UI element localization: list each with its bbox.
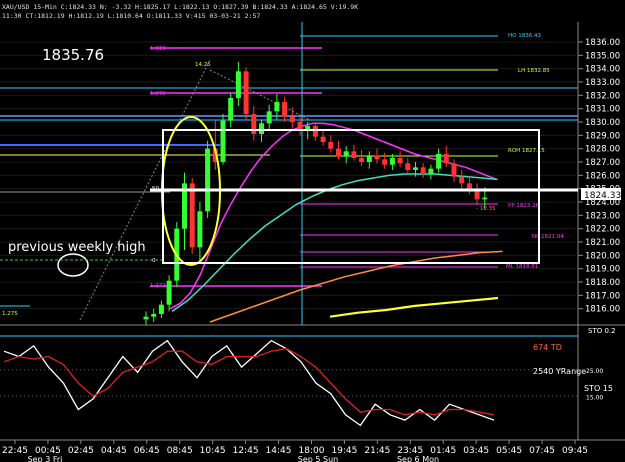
y-tick-label: 1821.00 — [585, 238, 620, 248]
level-label: - 10.35 — [476, 206, 496, 212]
sto-top-label: STO 0.2 — [588, 327, 616, 335]
y-tick-label: 1832.00 — [585, 91, 620, 101]
y-tick-label: 1826.00 — [585, 171, 620, 181]
candle-body[interactable] — [466, 183, 472, 189]
level-label: PP 1823.26 — [508, 203, 540, 209]
candle-body[interactable] — [282, 102, 288, 117]
x-tick-label: 12:45 — [233, 446, 259, 456]
session-label: Sep 6 Mon — [397, 455, 439, 462]
y-tick-label: 1823.00 — [585, 211, 620, 221]
candle-body[interactable] — [482, 197, 488, 200]
candle-body[interactable] — [336, 148, 341, 157]
candle-body[interactable] — [289, 116, 295, 122]
candle-body[interactable] — [343, 151, 349, 157]
yrange-label: 2540 YRange — [533, 367, 586, 376]
x-tick-label: 08:45 — [167, 446, 193, 456]
candle-body[interactable] — [220, 120, 226, 162]
x-tick-label: 10:45 — [200, 446, 226, 456]
level-label: 1.618 — [150, 46, 166, 52]
candle-body[interactable] — [436, 154, 442, 169]
weekly-high-label: previous weekly high — [8, 240, 146, 255]
level-label: 0 — [152, 258, 156, 264]
x-tick-label: 05:45 — [496, 446, 522, 456]
candle-body[interactable] — [413, 167, 418, 170]
candle-body[interactable] — [312, 126, 318, 137]
candle-body[interactable] — [374, 155, 380, 160]
td-label: 674 TD — [533, 343, 562, 352]
candle-body[interactable] — [420, 167, 426, 174]
x-tick-label: 21:45 — [364, 446, 390, 456]
candle-body[interactable] — [274, 102, 280, 112]
candle-body[interactable] — [143, 316, 149, 320]
current-price-value: 1824.33 — [584, 191, 621, 201]
candle-body[interactable] — [235, 71, 241, 98]
x-tick-label: 09:45 — [562, 446, 588, 456]
candle-body[interactable] — [459, 176, 465, 184]
candle-body[interactable] — [443, 154, 449, 164]
level-label: 14.25 — [195, 62, 211, 68]
candle-body[interactable] — [189, 183, 195, 248]
candle-body[interactable] — [405, 163, 411, 170]
level-label: 1.275 — [2, 311, 18, 317]
candle-body[interactable] — [266, 111, 272, 124]
session-label: Sep 5 Sun — [298, 455, 338, 462]
header-line-2: 11:30 CT:1812.19 H:1812.19 L:1810.64 O:1… — [2, 12, 260, 20]
y-tick-label: 1816.00 — [585, 305, 620, 315]
candle-body[interactable] — [197, 211, 203, 248]
candle-body[interactable] — [205, 148, 211, 212]
y-tick-label: 1830.00 — [585, 118, 620, 128]
candle-body[interactable] — [451, 163, 457, 177]
candle-body[interactable] — [382, 159, 388, 165]
y-tick-label: 1827.00 — [585, 158, 620, 168]
price-axis-ticks: 1836.00 1835.00 1834.00 1833.00 1832.00 1831.… — [578, 38, 620, 315]
candle-body[interactable] — [359, 158, 365, 162]
x-tick-label: 03:45 — [463, 446, 489, 456]
x-tick-label: 22:45 — [2, 446, 28, 456]
y-tick-label: 1819.00 — [585, 265, 620, 275]
level-label: ML 1818.81 — [506, 264, 538, 270]
candle-body[interactable] — [328, 142, 334, 149]
osc-tick-label: 15.00 — [586, 394, 603, 401]
y-tick-label: 1831.00 — [585, 105, 620, 115]
price-chart[interactable]: XAU/USD 15-Min C:1824.33 N: -3.32 H:1825… — [0, 0, 625, 462]
candle-body[interactable] — [397, 158, 403, 164]
y-tick-label: 1820.00 — [585, 251, 620, 261]
level-label: 1.272 — [150, 283, 166, 289]
x-tick-label: 04:45 — [101, 446, 127, 456]
x-tick-label: 06:45 — [134, 446, 160, 456]
y-tick-label: 1834.00 — [585, 65, 620, 75]
candle-body[interactable] — [389, 158, 395, 165]
y-tick-label: 1833.00 — [585, 78, 620, 88]
candle-body[interactable] — [166, 280, 172, 305]
sto-label: STO 15 — [584, 384, 613, 393]
level-label: NP 1821.04 — [532, 234, 564, 240]
osc-tick-label: 25.00 — [586, 368, 603, 375]
candle-body[interactable] — [259, 123, 264, 134]
level-label: 1.272 — [150, 91, 166, 97]
candle-body[interactable] — [228, 98, 234, 121]
x-tick-label: 07:45 — [529, 446, 555, 456]
level-label: HO 1836.43 — [508, 33, 541, 39]
big-price-label: 1835.76 — [42, 46, 104, 64]
candle-body[interactable] — [158, 304, 164, 314]
y-tick-label: 1818.00 — [585, 278, 620, 288]
candle-body[interactable] — [366, 155, 372, 162]
candle-body[interactable] — [351, 151, 357, 158]
y-tick-label: 1817.00 — [585, 291, 620, 301]
y-tick-label: 1828.00 — [585, 145, 620, 155]
candle-body[interactable] — [243, 71, 249, 114]
candle-body[interactable] — [151, 314, 157, 317]
y-tick-label: 1836.00 — [585, 38, 620, 48]
y-tick-label: 1835.00 — [585, 51, 620, 61]
session-label: Sep 3 Fri — [28, 455, 63, 462]
y-tick-label: 1822.00 — [585, 225, 620, 235]
candle-body[interactable] — [320, 136, 326, 142]
x-tick-label: 02:45 — [68, 446, 94, 456]
candle-body[interactable] — [428, 168, 434, 174]
x-tick-label: 14:45 — [266, 446, 292, 456]
header-line-1: XAU/USD 15-Min C:1824.33 N: -3.32 H:1825… — [2, 3, 358, 11]
candle-body[interactable] — [297, 122, 303, 130]
y-tick-label: 1829.00 — [585, 131, 620, 141]
level-label: LH 1832.85 — [518, 68, 550, 74]
